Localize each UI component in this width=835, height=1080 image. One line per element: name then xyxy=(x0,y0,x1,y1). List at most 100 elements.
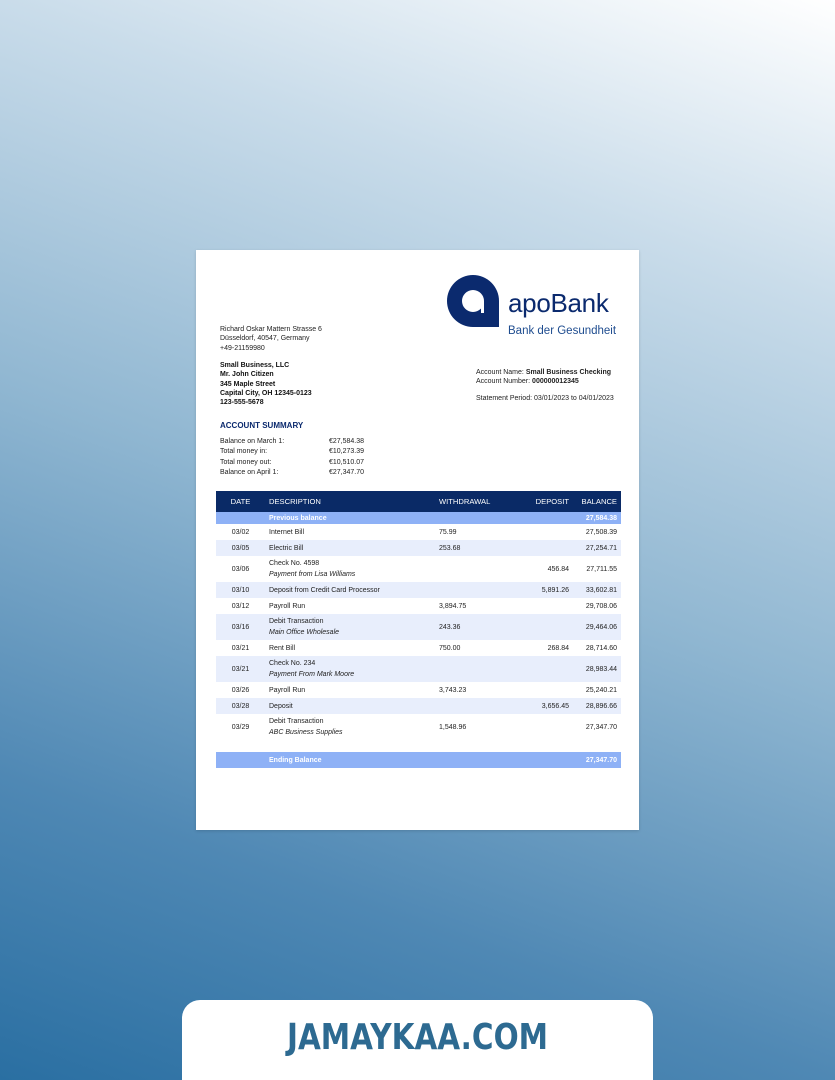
header-date: DATE xyxy=(216,491,265,512)
cell-description: Deposit from Credit Card Processor xyxy=(269,586,380,594)
bank-name: apoBank xyxy=(508,288,609,318)
header-deposit: DEPOSIT xyxy=(514,491,573,512)
cell-withdrawal: 253.68 xyxy=(439,544,461,552)
cell-description: Check No. 4598 xyxy=(269,560,320,567)
cell-balance: 28,896.66 xyxy=(585,702,617,710)
apobank-logo: apoBank Bank der Gesundheit xyxy=(445,273,620,337)
cell-description: Payroll Run xyxy=(269,686,306,694)
cell-deposit: 456.84 xyxy=(547,565,569,573)
cell-date: 03/29 xyxy=(231,723,250,731)
summary-value: €27,347.70 xyxy=(329,468,365,476)
summary-label: Total money out: xyxy=(220,458,272,466)
account-name-label: Account Name: xyxy=(476,369,524,376)
header-balance: BALANCE xyxy=(573,491,621,512)
cell-date: 03/10 xyxy=(231,586,250,594)
cell-description-note: Main Office Wholesale xyxy=(269,629,340,636)
table-header-row: DATE DESCRIPTION WITHDRAWAL DEPOSIT BALA… xyxy=(216,491,621,512)
previous-balance-value: 27,584.38 xyxy=(573,512,621,524)
cell-withdrawal: 3,743.23 xyxy=(439,686,467,694)
bank-address: Richard Oskar Mattern Strasse 6 Düsseldo… xyxy=(220,325,322,353)
customer-line: Capital City, OH 12345-0123 xyxy=(220,389,312,397)
ending-balance-value: 27,347.70 xyxy=(573,752,621,768)
website-name: JAMAYKAA.COM xyxy=(286,1017,549,1058)
header-withdrawal: WITHDRAWAL xyxy=(435,491,514,512)
account-name-value: Small Business Checking xyxy=(525,369,612,376)
customer-line: 123-555-5678 xyxy=(220,399,264,407)
summary-label: Balance on April 1: xyxy=(220,468,279,476)
table-row: 03/16 Debit Transaction Main Office Wholes… xyxy=(216,614,621,640)
table-row: 03/06 Check No. 4598 Payment from Lisa Wil… xyxy=(216,556,621,582)
cell-description: Check No. 234 xyxy=(269,660,316,667)
table-row: 03/05 Electric Bill 253.68 27,254.71 xyxy=(216,540,621,556)
cell-withdrawal: 3,894.75 xyxy=(439,602,467,610)
table-row: 03/12 Payroll Run 3,894.75 29,708.06 xyxy=(216,598,621,614)
cell-description: Debit Transaction xyxy=(269,718,324,725)
ending-balance-label: Ending Balance xyxy=(265,752,435,768)
cell-balance: 27,711.55 xyxy=(586,565,617,573)
cell-balance: 29,464.06 xyxy=(585,623,617,631)
cell-description-note: Payment from Lisa Williams xyxy=(269,571,356,578)
customer-line: Small Business, LLC xyxy=(220,362,290,369)
cell-balance: 25,240.21 xyxy=(585,686,617,694)
table-row: 03/26 Payroll Run 3,743.23 25,240.21 xyxy=(216,682,621,698)
transactions-table: DATE DESCRIPTION WITHDRAWAL DEPOSIT BALA… xyxy=(216,491,621,768)
cell-date: 03/26 xyxy=(231,686,250,694)
table-row: 03/29 Debit Transaction ABC Business Suppl… xyxy=(216,714,621,740)
cell-withdrawal: 1,548.96 xyxy=(439,723,467,731)
previous-balance-row: Previous balance 27,584.38 xyxy=(216,512,621,524)
cell-balance: 28,983.44 xyxy=(585,665,617,673)
bank-statement-document: apoBank Bank der Gesundheit Richard Oska… xyxy=(196,250,639,830)
summary-label: Total money in: xyxy=(220,448,268,456)
summary-row: Balance on April 1: €27,347.70 xyxy=(220,468,364,478)
cell-balance: 28,714.60 xyxy=(585,644,617,652)
cell-date: 03/28 xyxy=(231,702,250,710)
summary-row: Total money in: €10,273.39 xyxy=(220,447,364,457)
table-row: 03/10 Deposit from Credit Card Processor 5… xyxy=(216,582,621,598)
cell-balance: 27,347.70 xyxy=(585,723,617,731)
cell-description-note: ABC Business Supplies xyxy=(269,729,343,736)
cell-withdrawal: 243.36 xyxy=(439,623,461,631)
cell-balance: 27,508.39 xyxy=(585,528,617,536)
table-row: 03/21 Rent Bill 750.00 268.84 28,714.60 xyxy=(216,640,621,656)
table-row: 03/02 Internet Bill 75.99 27,508.39 xyxy=(216,524,621,540)
cell-date: 03/02 xyxy=(231,528,250,536)
cell-description-note: Payment From Mark Moore xyxy=(269,671,355,678)
cell-description: Debit Transaction xyxy=(269,618,324,625)
summary-value: €10,273.39 xyxy=(329,448,365,456)
cell-description: Electric Bill xyxy=(269,544,304,552)
table-spacer xyxy=(216,740,621,752)
cell-description: Payroll Run xyxy=(269,602,306,610)
cell-deposit: 268.84 xyxy=(547,644,569,652)
summary-value: €10,510.07 xyxy=(329,458,365,466)
table-row: 03/28 Deposit 3,656.45 28,896.66 xyxy=(216,698,621,714)
bank-tagline: Bank der Gesundheit xyxy=(508,325,617,337)
previous-balance-label: Previous balance xyxy=(265,512,435,524)
table-row: 03/21 Check No. 234 Payment From Mark Moor… xyxy=(216,656,621,682)
cell-date: 03/21 xyxy=(231,644,250,652)
account-number-label: Account Number: xyxy=(476,378,531,386)
cell-date: 03/05 xyxy=(231,544,250,552)
cell-date: 03/21 xyxy=(231,665,250,673)
cell-date: 03/12 xyxy=(231,602,250,610)
apobank-a-logo-icon xyxy=(447,275,499,327)
cell-description: Deposit xyxy=(269,702,293,710)
summary-row: Total money out: €10,510.07 xyxy=(220,458,364,468)
cell-date: 03/06 xyxy=(231,565,250,573)
cell-balance: 33,602.81 xyxy=(585,586,617,594)
bank-address-line: +49-21159980 xyxy=(220,344,265,352)
cell-description: Rent Bill xyxy=(269,644,296,652)
cell-balance: 29,708.06 xyxy=(585,602,617,610)
account-summary: Balance on March 1: €27,584.38 Total mone… xyxy=(220,437,364,478)
cell-deposit: 3,656.45 xyxy=(541,702,569,710)
account-number-value: 000000012345 xyxy=(532,378,579,386)
bank-address-line: Düsseldorf, 40547, Germany xyxy=(220,335,310,343)
cell-deposit: 5,891.26 xyxy=(541,586,569,594)
account-info: Account Name: Small Business Checking Ac… xyxy=(476,368,611,387)
header-description: DESCRIPTION xyxy=(265,491,435,512)
account-summary-title: ACCOUNT SUMMARY xyxy=(220,421,304,430)
summary-value: €27,584.38 xyxy=(329,438,365,445)
customer-address: Small Business, LLC Mr. John Citizen 345… xyxy=(220,361,312,407)
cell-description: Internet Bill xyxy=(269,528,305,536)
summary-row: Balance on March 1: €27,584.38 xyxy=(220,437,364,447)
cell-withdrawal: 750.00 xyxy=(439,644,461,652)
